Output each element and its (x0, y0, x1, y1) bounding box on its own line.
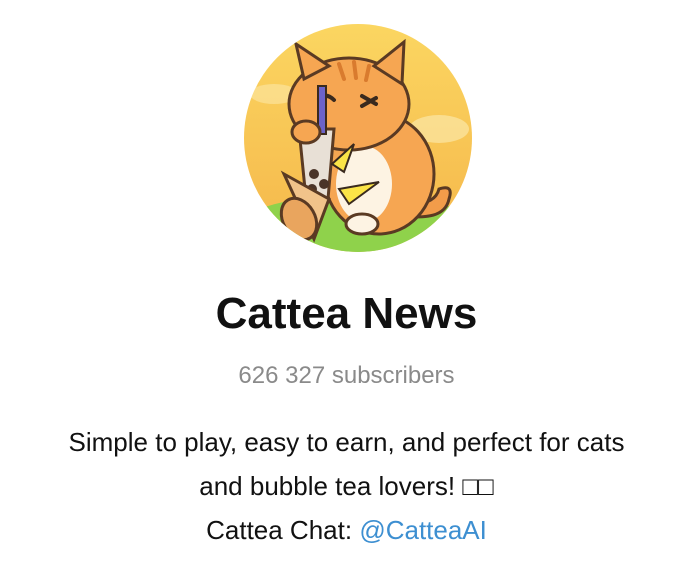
channel-description: Simple to play, easy to earn, and perfec… (0, 420, 693, 552)
subscriber-count: 626 327 subscribers (238, 362, 455, 389)
chat-link[interactable]: @CatteaAI (359, 515, 487, 545)
description-line-3: Cattea Chat: @CatteaAI (0, 508, 693, 552)
description-line-1: Simple to play, easy to earn, and perfec… (68, 427, 625, 457)
chat-label: Cattea Chat: (206, 515, 360, 545)
channel-title: Cattea News (215, 289, 478, 338)
cat-avatar-icon (244, 24, 472, 252)
description-line-2: and bubble tea lovers! □□ (199, 471, 494, 501)
channel-avatar[interactable] (244, 24, 472, 252)
